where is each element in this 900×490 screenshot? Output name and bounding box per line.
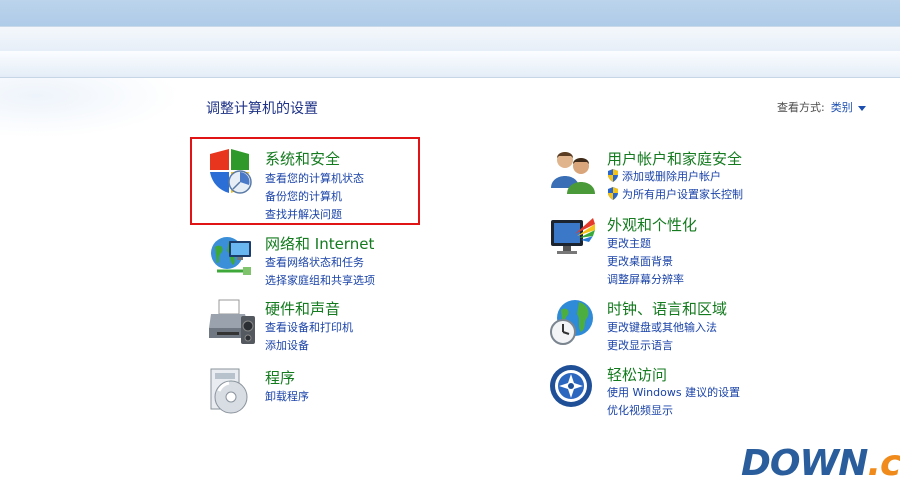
link-change-theme[interactable]: 更改主题 — [607, 235, 651, 251]
category-title-programs[interactable]: 程序 — [265, 367, 295, 388]
link-parental-controls-label: 为所有用户设置家长控制 — [622, 188, 743, 201]
category-title-appearance[interactable]: 外观和个性化 — [607, 214, 697, 235]
link-parental-controls[interactable]: 为所有用户设置家长控制 — [607, 186, 743, 202]
view-by-dropdown[interactable]: 类别 — [831, 101, 853, 114]
watermark-main: DOWN — [741, 443, 868, 484]
link-add-device[interactable]: 添加设备 — [265, 337, 309, 353]
link-add-remove-accounts[interactable]: 添加或删除用户帐户 — [607, 168, 721, 184]
link-change-display-language[interactable]: 更改显示语言 — [607, 337, 673, 353]
page-title: 调整计算机的设置 — [206, 101, 318, 117]
clock-globe-icon[interactable] — [549, 298, 597, 346]
programs-disc-icon[interactable] — [207, 367, 255, 415]
link-windows-suggested-settings[interactable]: 使用 Windows 建议的设置 — [607, 384, 740, 400]
ease-of-access-icon[interactable] — [549, 364, 597, 412]
monitor-color-icon[interactable] — [549, 214, 597, 262]
uac-shield-icon — [608, 187, 618, 200]
category-title-user-accounts[interactable]: 用户帐户和家庭安全 — [607, 148, 742, 169]
printer-icon[interactable] — [207, 298, 255, 346]
link-change-input-methods[interactable]: 更改键盘或其他输入法 — [607, 319, 717, 335]
link-uninstall-program[interactable]: 卸载程序 — [265, 388, 309, 404]
link-add-remove-accounts-label: 添加或删除用户帐户 — [622, 170, 721, 183]
link-change-desktop-background[interactable]: 更改桌面背景 — [607, 253, 673, 269]
address-bar[interactable] — [0, 26, 900, 52]
uac-shield-icon — [608, 169, 618, 182]
navigation-pane-glow — [0, 78, 180, 138]
category-title-hardware-sound[interactable]: 硬件和声音 — [265, 298, 340, 319]
link-homegroup-sharing[interactable]: 选择家庭组和共享选项 — [265, 272, 375, 288]
highlight-box — [190, 137, 420, 225]
watermark-text: DOWN.cc — [741, 443, 900, 484]
watermark-suffix: .cc — [867, 443, 900, 484]
link-devices-printers[interactable]: 查看设备和打印机 — [265, 319, 353, 335]
link-adjust-resolution[interactable]: 调整屏幕分辨率 — [607, 271, 684, 287]
site-watermark-logo: DOWN.cc — [739, 443, 900, 487]
network-globe-icon[interactable] — [207, 233, 255, 281]
view-by-label: 查看方式: — [777, 101, 825, 114]
users-icon[interactable] — [549, 148, 597, 196]
link-view-network-status[interactable]: 查看网络状态和任务 — [265, 254, 364, 270]
link-optimize-visual-display[interactable]: 优化视频显示 — [607, 402, 673, 418]
window-title-bar — [0, 0, 900, 26]
category-title-ease-of-access[interactable]: 轻松访问 — [607, 364, 667, 385]
category-title-clock-language-region[interactable]: 时钟、语言和区域 — [607, 298, 727, 319]
chevron-down-icon[interactable] — [857, 105, 866, 111]
category-title-network-internet[interactable]: 网络和 Internet — [265, 233, 374, 254]
view-by-control: 查看方式: 类别 — [777, 99, 866, 115]
command-bar — [0, 51, 900, 78]
